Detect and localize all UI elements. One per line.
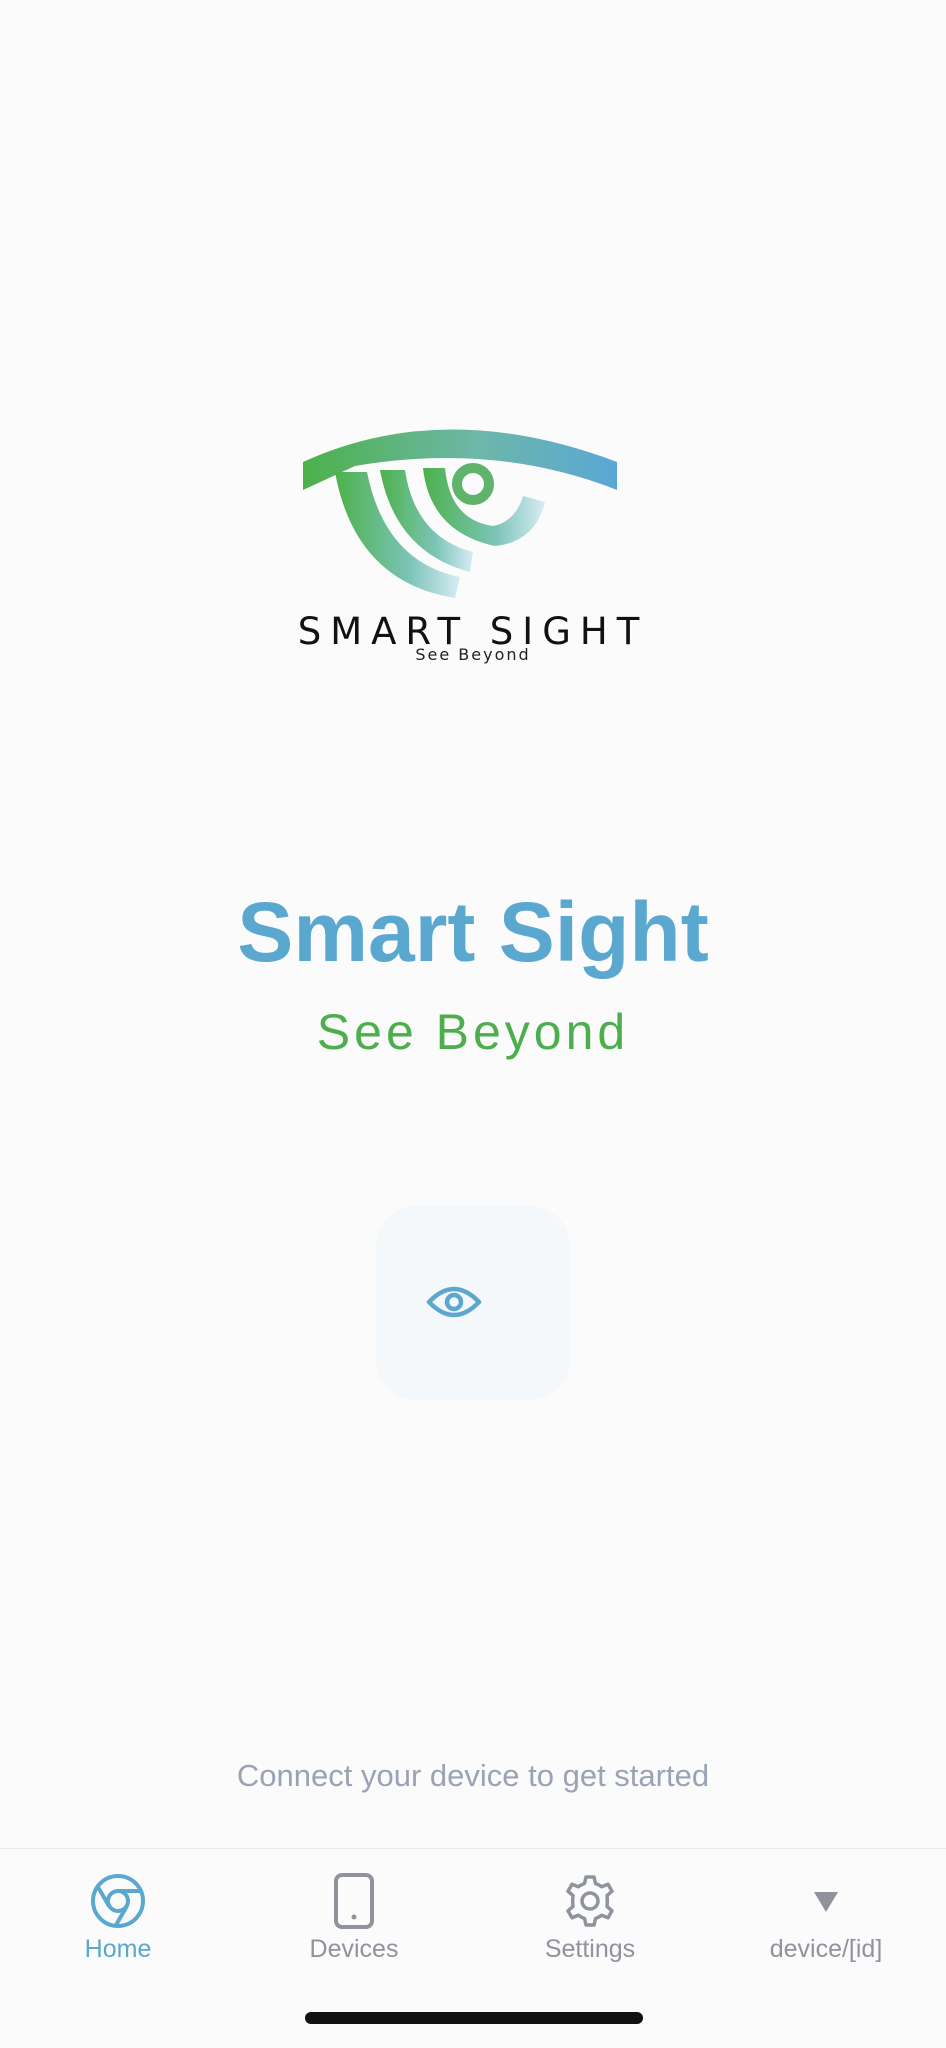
eye-button[interactable] xyxy=(376,1206,570,1400)
tab-settings[interactable]: Settings xyxy=(472,1849,708,1989)
home-indicator[interactable] xyxy=(305,2012,643,2024)
eye-logo-icon xyxy=(303,429,617,598)
phone-icon xyxy=(332,1869,376,1933)
tab-devices[interactable]: Devices xyxy=(236,1849,472,1989)
tab-home[interactable]: Home xyxy=(0,1849,236,1989)
tab-device-id[interactable]: device/[id] xyxy=(708,1849,944,1989)
tab-settings-label: Settings xyxy=(544,1935,636,1963)
tab-devices-label: Devices xyxy=(309,1935,399,1963)
connect-hint: Connect your device to get started xyxy=(236,1758,710,1793)
app-title: Smart Sight xyxy=(237,885,709,979)
tab-device-id-label: device/[id] xyxy=(769,1935,883,1963)
eye-icon xyxy=(426,1286,482,1318)
triangle-down-icon xyxy=(811,1869,841,1933)
smart-sight-logo: SMART SIGHT See Beyond xyxy=(0,410,946,690)
tab-home-label: Home xyxy=(84,1935,152,1963)
home-screen: SMART SIGHT See Beyond Smart Sight See B… xyxy=(0,0,946,2048)
app-subtitle: See Beyond xyxy=(316,1004,630,1060)
home-icon xyxy=(89,1869,147,1933)
logo-tagline: See Beyond xyxy=(415,645,531,664)
gear-icon xyxy=(562,1869,618,1933)
